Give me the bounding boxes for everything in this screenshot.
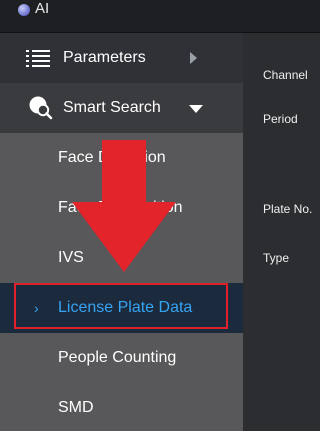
sidebar-item-label: Smart Search	[63, 99, 161, 116]
sidebar-item-label: Face Detection	[58, 149, 166, 166]
sidebar-item-label: IVS	[58, 249, 84, 266]
chevron-right-icon	[190, 52, 197, 64]
sidebar: Parameters Smart Search Face Detection F…	[0, 33, 243, 431]
search-icon	[29, 96, 53, 120]
sidebar-item-label: Face Recognition	[58, 199, 183, 216]
sidebar-item-label: SMD	[58, 399, 94, 416]
chevron-right-icon: ›	[34, 300, 39, 316]
list-icon	[26, 50, 50, 68]
ai-logo-icon	[18, 4, 30, 16]
chevron-down-icon	[189, 105, 203, 113]
sidebar-item-parameters[interactable]: Parameters	[0, 33, 243, 83]
plate-no-label: Plate No.	[263, 202, 313, 216]
period-label: Period	[263, 112, 298, 126]
type-label: Type	[263, 251, 290, 265]
sidebar-item-face-detection[interactable]: Face Detection	[0, 133, 243, 183]
search-form: Channel Period Plate No. Type	[243, 33, 320, 431]
top-bar: AI	[0, 0, 320, 33]
channel-label: Channel	[263, 68, 308, 82]
sidebar-item-label: License Plate Data	[58, 299, 193, 316]
sidebar-item-label: Parameters	[63, 49, 146, 66]
sidebar-item-ivs[interactable]: IVS	[0, 233, 243, 283]
sidebar-item-label: People Counting	[58, 349, 177, 366]
sidebar-item-face-recognition[interactable]: Face Recognition	[0, 183, 243, 233]
app-title: AI	[35, 0, 50, 17]
sidebar-item-people-counting[interactable]: People Counting	[0, 333, 243, 383]
sidebar-item-license-plate-data[interactable]: › License Plate Data	[0, 283, 243, 333]
sidebar-item-smart-search[interactable]: Smart Search	[0, 83, 243, 133]
sidebar-item-smd[interactable]: SMD	[0, 383, 243, 431]
